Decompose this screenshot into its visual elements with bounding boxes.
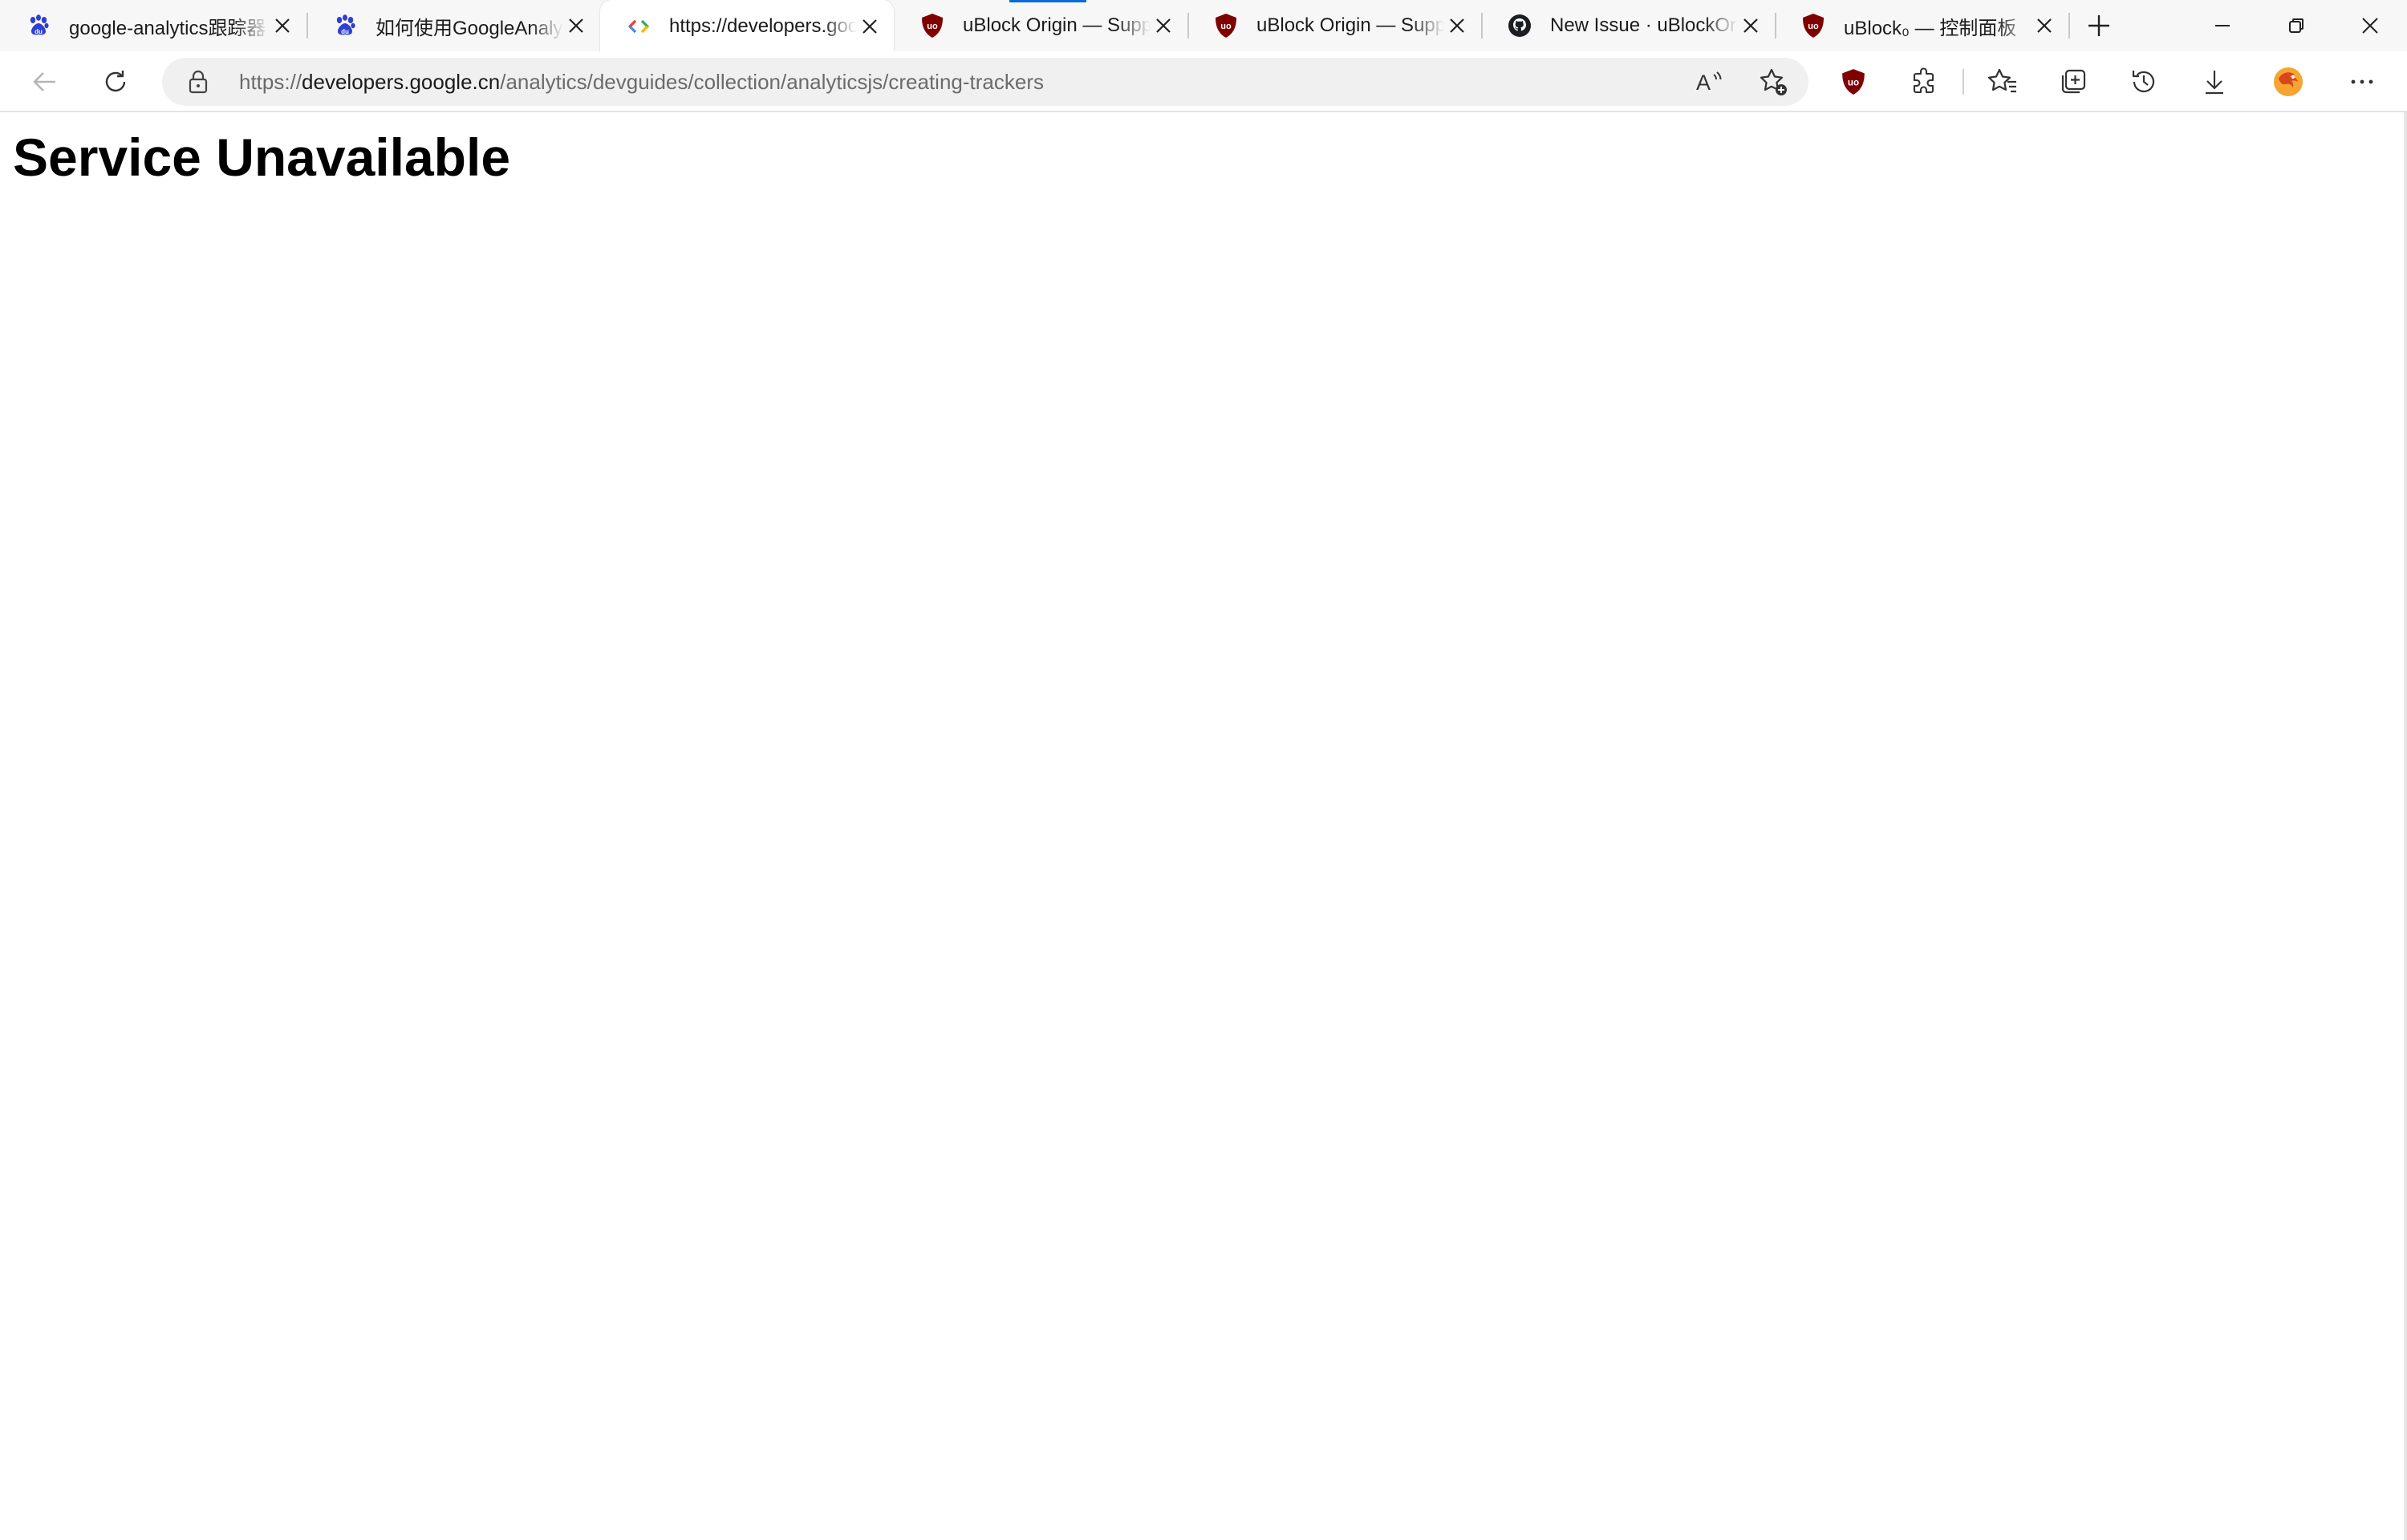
minimize-button[interactable] <box>2186 0 2259 51</box>
ublock-extension-button[interactable]: uo <box>1834 63 1873 101</box>
tab-title: uBlock Origin — Support <box>963 14 1151 36</box>
tab-title: uBlock Origin — Support <box>1256 14 1444 36</box>
browser-window: du google-analytics跟踪器 du 如何使用GoogleAnal… <box>0 0 2407 1540</box>
loading-indicator <box>1009 0 1086 2</box>
back-button[interactable] <box>26 63 64 101</box>
url-path: /analytics/devguides/collection/analytic… <box>500 70 1044 94</box>
refresh-button[interactable] <box>96 63 135 101</box>
url-scheme: https:// <box>239 70 302 94</box>
plus-icon <box>2087 14 2111 38</box>
svg-text:uo: uo <box>927 22 938 31</box>
tab-google-analytics[interactable]: du google-analytics跟踪器 <box>0 0 308 51</box>
history-icon <box>2129 67 2158 96</box>
ublock-origin-icon: uo <box>1800 13 1826 38</box>
window-edge <box>2404 112 2407 1540</box>
ublock-origin-icon: uo <box>919 13 945 38</box>
svg-text:du: du <box>341 28 349 35</box>
tab-strip: du google-analytics跟踪器 du 如何使用GoogleAnal… <box>0 0 2407 53</box>
close-icon <box>2361 17 2379 34</box>
tab-ublock-support-1[interactable]: uo uBlock Origin — Support <box>894 0 1189 51</box>
close-icon[interactable] <box>1151 13 1176 38</box>
toolbar-divider <box>1963 69 1964 95</box>
close-icon[interactable] <box>857 14 883 39</box>
tab-ublock-support-2[interactable]: uo uBlock Origin — Support <box>1187 0 1483 51</box>
svg-text:uo: uo <box>1848 77 1859 87</box>
restore-button[interactable] <box>2259 0 2333 51</box>
back-icon <box>31 68 59 95</box>
close-window-button[interactable] <box>2333 0 2407 51</box>
refresh-icon <box>102 68 129 95</box>
tab-ublock-dashboard[interactable]: uo uBlock₀ — 控制面板 <box>1775 0 2070 51</box>
navigation-toolbar: https://developers.google.cn/analytics/d… <box>0 51 2407 112</box>
ublock-origin-icon: uo <box>1213 13 1239 38</box>
tab-title: 如何使用GoogleAnalytics <box>375 17 563 39</box>
new-tab-button[interactable] <box>2080 6 2118 45</box>
ublock-origin-icon: uo <box>1841 68 1866 95</box>
collections-button[interactable] <box>2054 63 2092 101</box>
extensions-button[interactable] <box>1905 63 1943 101</box>
tab-title: New Issue · uBlockOrigin <box>1550 14 1738 36</box>
svg-text:A: A <box>1696 71 1711 95</box>
collections-icon <box>2059 67 2088 96</box>
github-icon <box>1507 13 1532 38</box>
more-menu-icon <box>2348 68 2376 95</box>
lock-icon[interactable] <box>186 69 210 95</box>
baidu-paw-icon: du <box>332 13 358 38</box>
close-icon[interactable] <box>563 13 589 38</box>
extensions-icon <box>1910 67 1938 96</box>
svg-text:uo: uo <box>1808 22 1819 31</box>
url-host: developers.google.cn <box>302 70 501 94</box>
tab-title: https://developers.google.cn <box>669 15 857 37</box>
close-icon[interactable] <box>1444 13 1470 38</box>
downloads-button[interactable] <box>2195 63 2234 101</box>
tab-developers-google[interactable]: https://developers.google.cn <box>600 0 894 53</box>
close-icon[interactable] <box>270 13 295 38</box>
downloads-icon <box>2200 67 2229 96</box>
google-developers-icon <box>626 14 651 39</box>
tab-github-new-issue[interactable]: New Issue · uBlockOrigin <box>1481 0 1776 51</box>
svg-text:uo: uo <box>1220 22 1232 31</box>
close-icon[interactable] <box>1738 13 1764 38</box>
favorites-button[interactable] <box>1983 63 2022 101</box>
history-button[interactable] <box>2125 63 2163 101</box>
more-menu-button[interactable] <box>2343 63 2381 101</box>
close-icon[interactable] <box>2032 13 2057 38</box>
svg-text:du: du <box>35 28 43 35</box>
tab-title: uBlock₀ — 控制面板 <box>1844 17 2017 39</box>
tab-title: google-analytics跟踪器 <box>69 17 266 39</box>
minimize-icon <box>2214 17 2231 34</box>
restore-icon <box>2287 17 2305 34</box>
page-viewport: Service Unavailable <box>0 112 2404 1540</box>
profile-button[interactable] <box>2269 63 2308 101</box>
page-heading: Service Unavailable <box>13 128 511 187</box>
add-favorite-icon[interactable] <box>1759 67 1789 98</box>
url-text[interactable]: https://developers.google.cn/analytics/d… <box>239 58 1044 106</box>
baidu-paw-icon: du <box>26 13 51 38</box>
address-bar[interactable]: https://developers.google.cn/analytics/d… <box>162 58 1808 106</box>
tab-how-to-use-google-analytics[interactable]: du 如何使用GoogleAnalytics <box>306 0 600 51</box>
read-aloud-icon[interactable]: A <box>1695 67 1723 96</box>
profile-avatar-icon <box>2272 66 2304 98</box>
favorites-icon <box>1987 67 2018 96</box>
tab-divider <box>2068 13 2070 38</box>
